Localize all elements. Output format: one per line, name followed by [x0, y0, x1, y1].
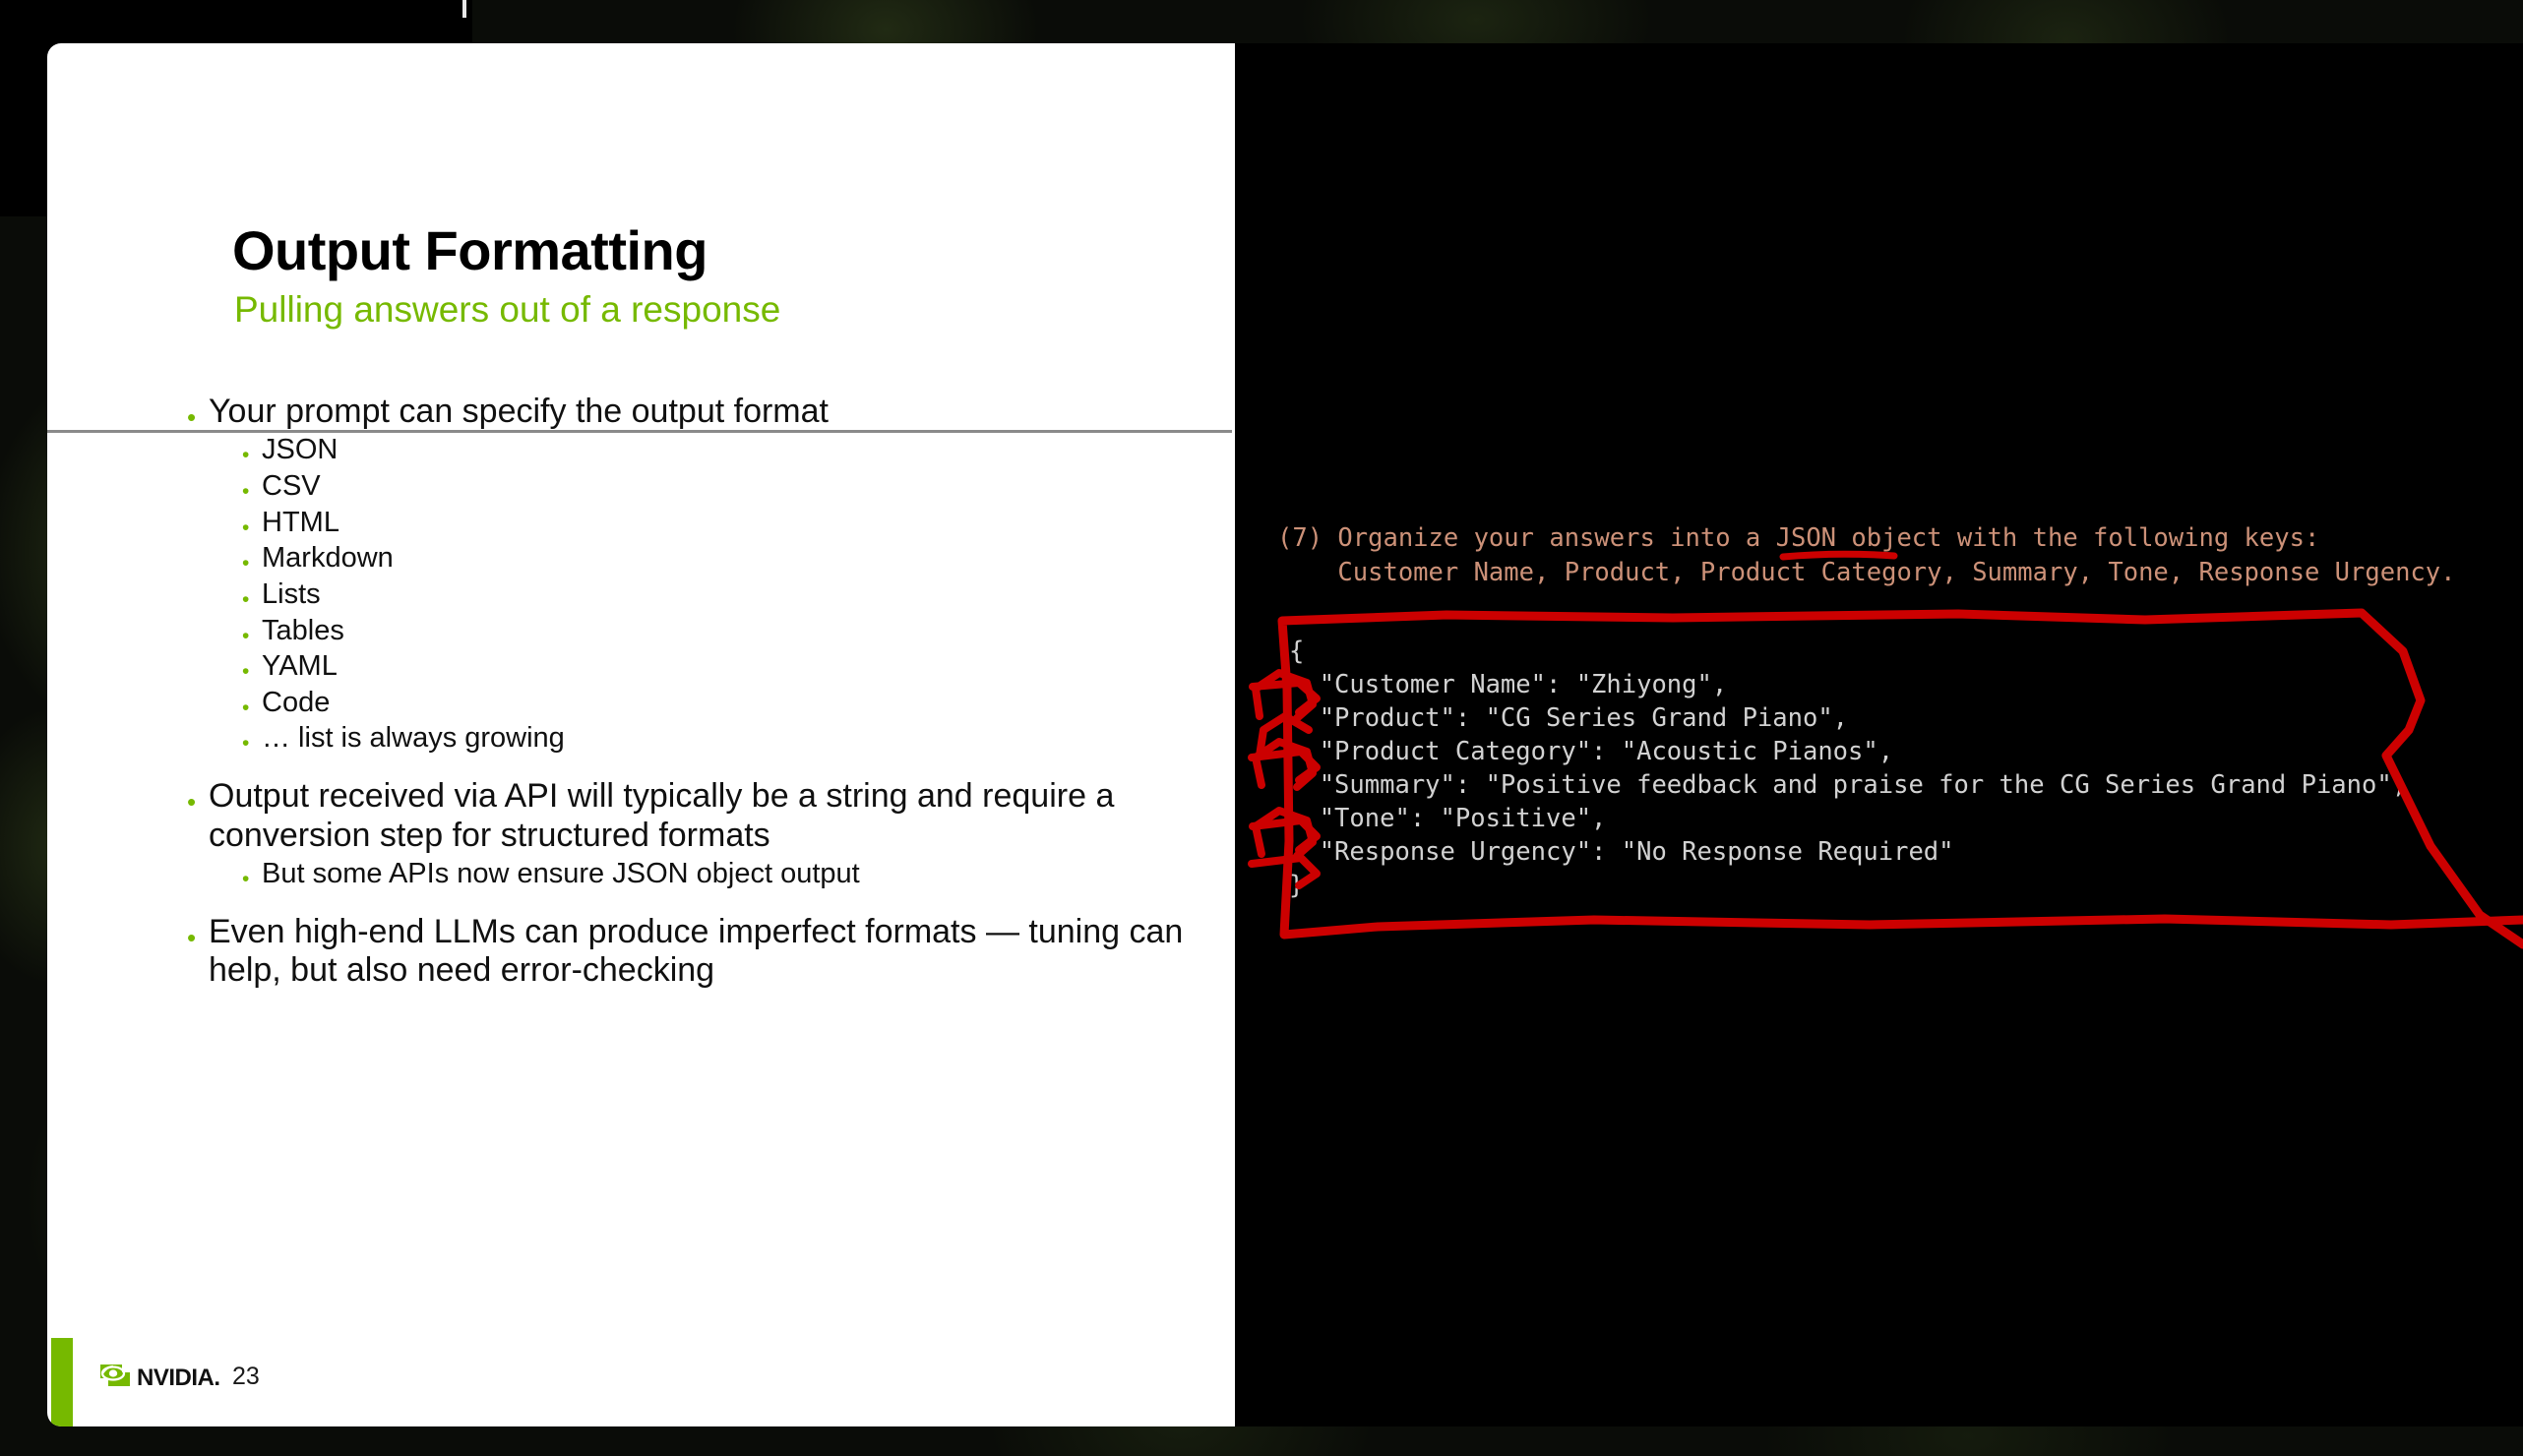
text-cursor-artifact — [462, 0, 466, 18]
bullet-dot-icon: • — [187, 402, 197, 432]
bullet-dot-icon: • — [242, 587, 250, 611]
bullet-dot-icon: • — [242, 516, 250, 539]
nvidia-logo: NVIDIA. — [98, 1363, 220, 1393]
bullet-item: • Output received via API will typically… — [187, 777, 1210, 855]
bullet-dot-icon: • — [242, 480, 250, 504]
page-title: Output Formatting — [232, 219, 708, 281]
sub-bullet-item: • Lists — [242, 578, 1210, 612]
sub-bullet-label: Tables — [262, 614, 344, 646]
footer-accent-bar — [51, 1338, 73, 1426]
bullet-dot-icon: • — [187, 787, 197, 818]
sub-bullet-item: • Code — [242, 687, 1210, 720]
sub-bullet-label: Code — [262, 686, 331, 718]
sub-bullet-label: Markdown — [262, 542, 394, 575]
sub-bullet-item: • Tables — [242, 615, 1210, 648]
slide-page-number: 23 — [232, 1363, 260, 1390]
terminal-json-output: { "Customer Name": "Zhiyong", "Product":… — [1289, 637, 2408, 900]
bullet-label: Your prompt can specify the output forma… — [209, 393, 829, 430]
sub-bullet-item: • Markdown — [242, 542, 1210, 576]
bullet-dot-icon: • — [242, 732, 250, 756]
sub-bullet-label: HTML — [262, 506, 339, 538]
page-subtitle: Pulling answers out of a response — [234, 289, 781, 330]
bullet-dot-icon: • — [242, 660, 250, 684]
sub-bullet-label: CSV — [262, 470, 321, 503]
nvidia-eye-icon — [98, 1363, 132, 1393]
bullet-dot-icon: • — [187, 922, 197, 952]
slide-body: • Your prompt can specify the output for… — [187, 393, 1210, 990]
bullet-item: • Even high-end LLMs can produce imperfe… — [187, 913, 1210, 991]
bullet-item: • Your prompt can specify the output for… — [187, 393, 1210, 431]
sub-bullet-item: • YAML — [242, 650, 1210, 684]
terminal-prompt-text: (7) Organize your answers into a JSON ob… — [1277, 523, 2456, 587]
nvidia-wordmark: NVIDIA. — [137, 1364, 220, 1391]
sub-bullet-item: • JSON — [242, 434, 1210, 467]
sub-bullet-label: But some APIs now ensure JSON object out… — [262, 857, 860, 889]
sub-bullet-item: • … list is always growing — [242, 722, 1210, 756]
presentation-slide: Output Formatting Pulling answers out of… — [47, 43, 1235, 1426]
bullet-dot-icon: • — [242, 552, 250, 576]
slide-viewer: (7) Organize your answers into a JSON ob… — [0, 0, 2523, 1456]
sub-bullet-label: Lists — [262, 577, 321, 610]
bullet-dot-icon: • — [242, 624, 250, 647]
sub-bullet-label: … list is always growing — [262, 722, 565, 755]
sub-bullet-label: YAML — [262, 650, 338, 683]
bullet-label: Even high-end LLMs can produce imperfect… — [209, 912, 1184, 989]
sub-bullet-item: • But some APIs now ensure JSON object o… — [242, 858, 1210, 891]
bullet-dot-icon: • — [242, 444, 250, 467]
sub-bullet-item: • CSV — [242, 470, 1210, 504]
bullet-label: Output received via API will typically b… — [209, 777, 1115, 854]
bullet-dot-icon: • — [242, 867, 250, 890]
bullet-dot-icon: • — [242, 696, 250, 719]
sub-bullet-label: JSON — [262, 434, 338, 466]
sub-bullet-item: • HTML — [242, 507, 1210, 540]
